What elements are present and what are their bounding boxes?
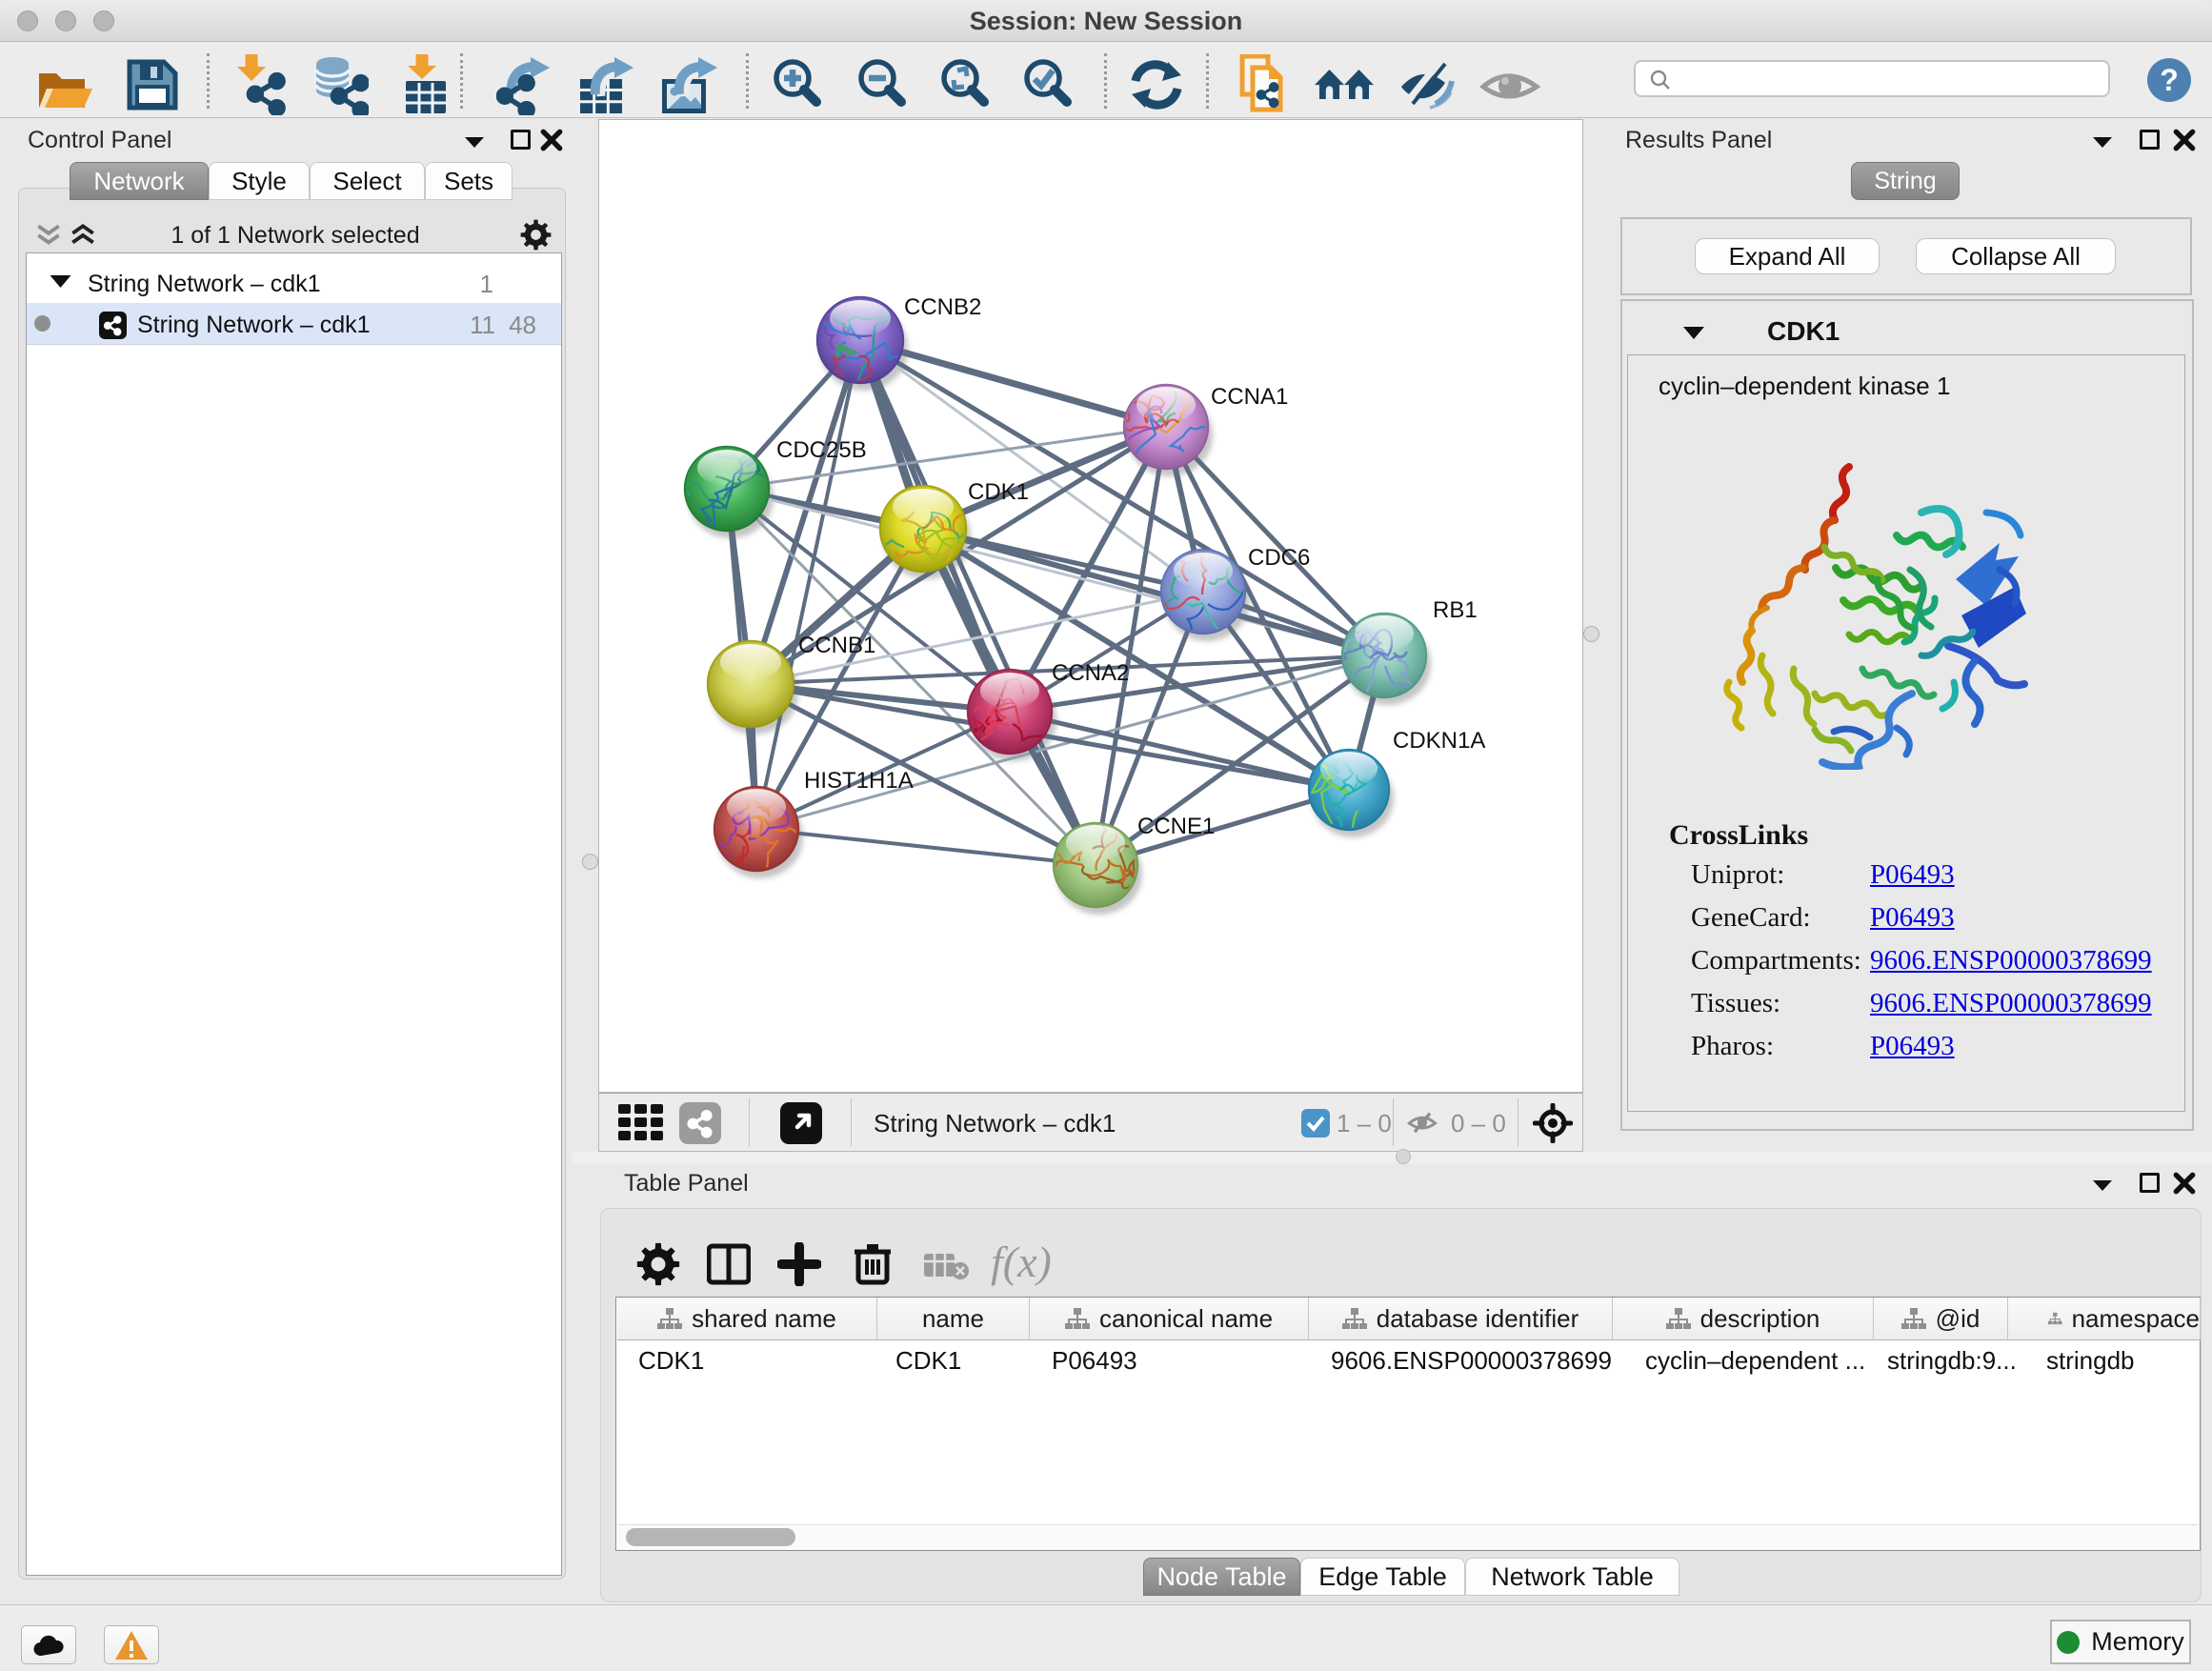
svg-text:RB1: RB1: [1433, 597, 1478, 623]
svg-text:CCNA2: CCNA2: [1052, 660, 1129, 686]
svg-text:CCNE1: CCNE1: [1137, 814, 1215, 839]
svg-text:CDK1: CDK1: [968, 479, 1029, 505]
svg-text:CCNB2: CCNB2: [904, 294, 981, 320]
svg-text:CDKN1A: CDKN1A: [1393, 728, 1485, 754]
svg-text:HIST1H1A: HIST1H1A: [804, 768, 914, 794]
svg-text:CCNB1: CCNB1: [798, 633, 875, 658]
svg-text:CDC25B: CDC25B: [776, 437, 867, 463]
svg-text:CDC6: CDC6: [1248, 545, 1310, 571]
svg-text:CCNA1: CCNA1: [1211, 384, 1288, 410]
